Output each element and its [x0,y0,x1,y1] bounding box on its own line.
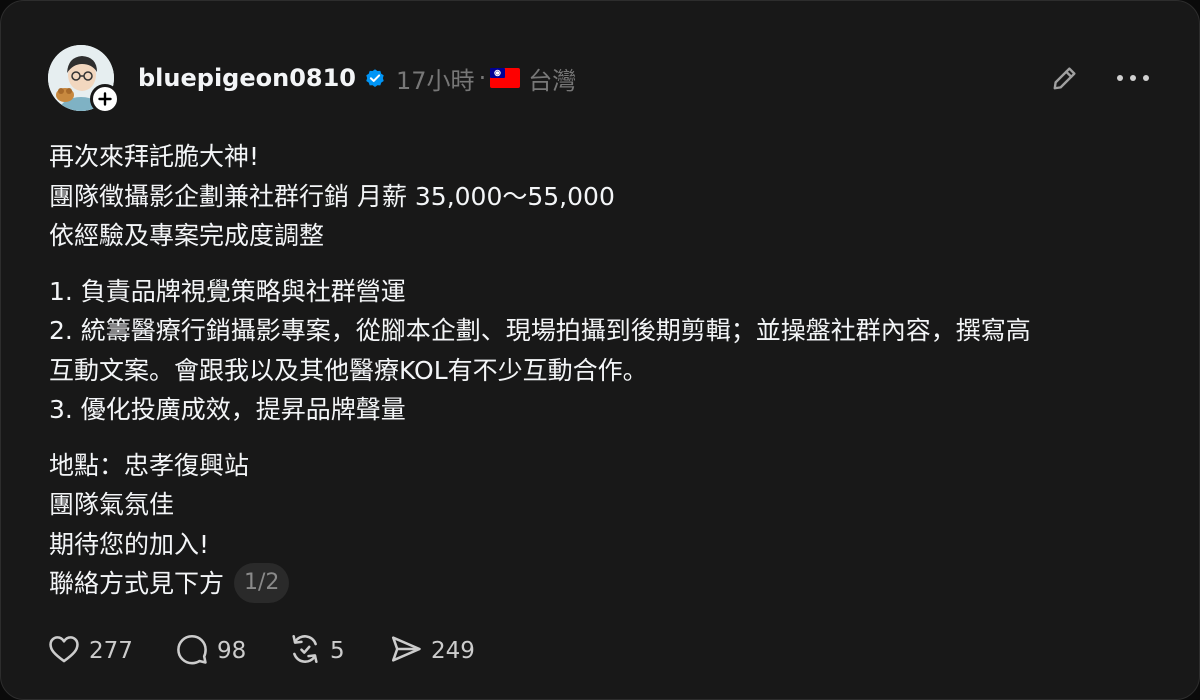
page-indicator[interactable]: 1/2 [234,563,290,603]
post-line: 互動文案。會跟我以及其他醫療KOL有不少互動合作。 [49,355,648,385]
reply-count: 98 [217,638,247,664]
more-icon[interactable] [1113,63,1153,93]
post-line: 依經驗及專案完成度調整 [49,221,325,250]
post-line: 再次來拜託脆大神! [49,142,260,171]
verified-badge-icon [364,67,386,89]
share-count: 249 [431,638,475,664]
like-button[interactable]: 277 [47,632,175,670]
repost-count: 5 [330,638,345,664]
username[interactable]: bluepigeon0810 [138,64,356,92]
post-line-text: 聯絡方式見下方 [49,569,225,598]
post-body: 再次來拜託脆大神! 團隊徵攝影企劃兼社群行銷 月薪 35,000～55,000 … [49,137,1159,604]
reply-button[interactable]: 98 [175,632,288,670]
post-location[interactable]: 台灣 [528,61,576,96]
avatar-container[interactable] [48,45,120,115]
post-line-last: 聯絡方式見下方 1/2 [49,563,1159,604]
post-line: 期待您的加入! [49,529,210,559]
action-bar: 277 98 5 249 [47,631,489,671]
post-line: 1. 負責品牌視覺策略與社群營運 [49,276,406,306]
pencil-icon[interactable] [1048,61,1082,95]
meta-separator: · [478,64,487,92]
post-line: 團隊氣氛佳 [49,490,175,519]
post-card: bluepigeon0810 17小時 · 台灣 再次來拜託脆大神! 團隊徵攝影… [0,0,1200,700]
post-header: bluepigeon0810 17小時 · 台灣 [138,58,576,98]
post-line: 2. 統籌醫療行銷攝影專案，從腳本企劃、現場拍攝到後期剪輯；並操盤社群內容，撰寫… [49,316,1031,345]
send-icon [389,632,423,670]
post-line: 地點：忠孝復興站 [49,450,250,480]
like-count: 277 [89,638,133,664]
heart-icon [47,632,81,670]
repost-button[interactable]: 5 [288,632,389,670]
follow-plus-icon[interactable] [90,84,120,114]
post-line: 3. 優化投廣成效，提昇品牌聲量 [49,395,406,424]
comment-icon [175,632,209,670]
repost-icon [288,632,322,670]
taiwan-flag-icon [490,68,521,88]
post-time[interactable]: 17小時 [396,61,475,96]
post-line: 團隊徵攝影企劃兼社群行銷 月薪 35,000～55,000 [49,181,615,211]
share-button[interactable]: 249 [389,632,489,670]
